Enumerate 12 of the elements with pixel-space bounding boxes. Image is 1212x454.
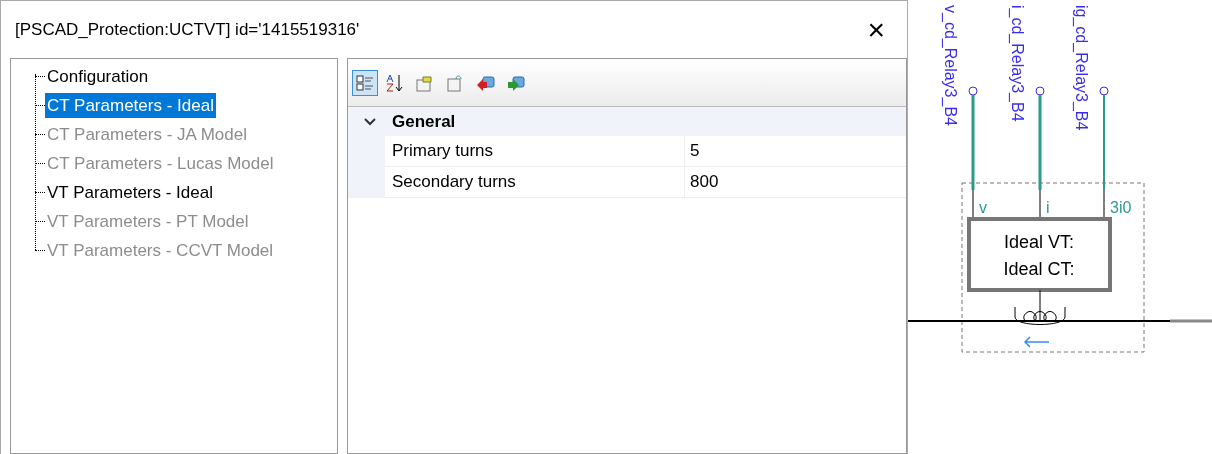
tree-item[interactable]: VT Parameters - Ideal xyxy=(45,180,215,205)
schematic-drawing: v_cd_Relay3_B4 v i_cd_Relay3_B4 i ig_cd_Relay3_B4 3i0 Ideal VT: Ideal CT: xyxy=(908,0,1212,454)
category-header: General xyxy=(392,110,456,133)
tree-item[interactable]: Configuration xyxy=(45,64,151,89)
window-title: [PSCAD_Protection:UCTVT] id='1415519316' xyxy=(15,18,360,41)
property-value[interactable]: 800 xyxy=(685,167,906,198)
property-name: Primary turns xyxy=(385,136,685,167)
property-value[interactable]: 5 xyxy=(685,136,906,167)
close-button[interactable]: × xyxy=(859,14,893,45)
property-name: Secondary turns xyxy=(385,167,685,198)
tree-item[interactable]: CT Parameters - Ideal xyxy=(45,93,216,118)
categorized-icon[interactable] xyxy=(352,69,378,96)
